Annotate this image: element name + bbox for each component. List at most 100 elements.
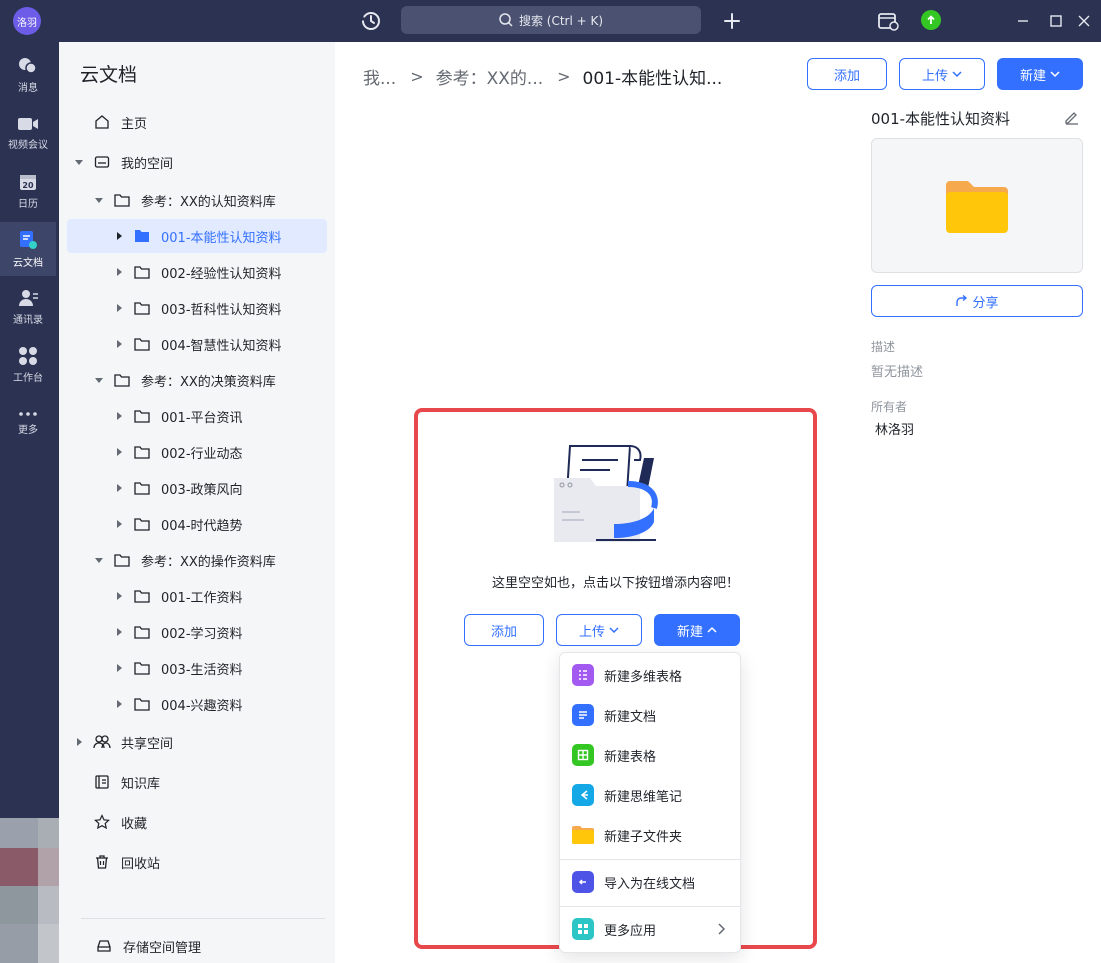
search-input[interactable]: 搜索 (Ctrl + K) [401, 6, 701, 34]
sidebar-item-favorites[interactable]: 收藏 [67, 805, 327, 839]
calendar-icon: 20 [20, 175, 36, 190]
folder-icon [113, 371, 131, 389]
rail-item-calendar[interactable]: 20 日历 [0, 164, 56, 218]
folder-icon [113, 551, 131, 569]
folder-icon [133, 695, 151, 713]
folder-icon [946, 180, 1008, 233]
caret-right-icon [113, 338, 125, 350]
empty-add-button[interactable]: 添加 [464, 614, 544, 646]
sidebar-item-philosophy-cognition[interactable]: 003-哲科性认知资料 [67, 291, 327, 325]
sidebar-item-operation-library[interactable]: 参考：XX的操作资料库 [67, 543, 327, 577]
more-icon [19, 412, 37, 416]
caret-right-icon [113, 626, 125, 638]
folder-icon [133, 299, 151, 317]
close-icon[interactable] [1072, 9, 1096, 33]
new-dropdown-menu: 新建多维表格 新建文档 新建表格 新建思维笔记 新建子文件夹 导入为在线文档 更… [559, 652, 741, 953]
sidebar-item-trash[interactable]: 回收站 [67, 845, 327, 879]
sidebar-item-hobby-materials[interactable]: 004-兴趣资料 [67, 687, 327, 721]
sidebar-item-study-materials[interactable]: 002-学习资料 [67, 615, 327, 649]
apps-grid-icon [572, 918, 594, 940]
owner-label: 所有者 [871, 400, 908, 414]
breadcrumb-item[interactable]: 参考：XX的... [436, 64, 544, 89]
caret-right-icon [113, 302, 125, 314]
empty-upload-button[interactable]: 上传 [556, 614, 642, 646]
caret-right-icon [113, 662, 125, 674]
menu-divider [560, 906, 740, 907]
sidebar-item-work-materials[interactable]: 001-工作资料 [67, 579, 327, 613]
sidebar-item-cognition-library[interactable]: 参考：XX的认知资料库 [67, 183, 327, 217]
video-icon [18, 118, 38, 130]
share-button[interactable]: 分享 [871, 285, 1083, 317]
rail-item-video[interactable]: 视频会议 [0, 106, 56, 160]
sidebar-item-experience-cognition[interactable]: 002-经验性认知资料 [67, 255, 327, 289]
share-icon [956, 294, 968, 306]
sidebar-item-home[interactable]: 主页 [67, 105, 327, 139]
folder-icon [113, 191, 131, 209]
folder-filled-icon [133, 227, 151, 245]
folder-icon [133, 407, 151, 425]
menu-item-new-subfolder[interactable]: 新建子文件夹 [560, 815, 740, 855]
upload-status-icon[interactable] [921, 10, 941, 30]
folder-icon [133, 587, 151, 605]
upload-button[interactable]: 上传 [899, 58, 985, 90]
sidebar-item-shared-space[interactable]: 共享空间 [67, 725, 327, 759]
folder-thumbnail [871, 138, 1083, 273]
menu-item-new-sheet[interactable]: 新建表格 [560, 735, 740, 775]
sidebar-item-life-materials[interactable]: 003-生活资料 [67, 651, 327, 685]
people-icon [93, 733, 111, 751]
menu-item-more-apps[interactable]: 更多应用 [560, 909, 740, 949]
maximize-icon[interactable] [1044, 9, 1068, 33]
menu-item-new-base[interactable]: 新建多维表格 [560, 655, 740, 695]
rail-item-cloud-docs[interactable]: 云文档 [0, 222, 56, 276]
drive-icon [93, 153, 111, 171]
empty-illustration [554, 445, 658, 542]
caret-right-icon [113, 482, 125, 494]
edit-icon[interactable] [1063, 108, 1081, 126]
sidebar-item-policy-direction[interactable]: 003-政策风向 [67, 471, 327, 505]
folder-icon [133, 335, 151, 353]
main-content: 我... > 参考：XX的... > 001-本能性认知... 添加 上传 新建… [335, 42, 1101, 963]
menu-item-new-mindnote[interactable]: 新建思维笔记 [560, 775, 740, 815]
menu-item-import-online-doc[interactable]: 导入为在线文档 [560, 862, 740, 902]
breadcrumb-current: 001-本能性认知... [582, 68, 723, 89]
folder-icon [133, 659, 151, 677]
folder-icon [133, 443, 151, 461]
avatar[interactable]: 洛羽 [13, 7, 41, 35]
rail-item-workbench[interactable]: 工作台 [0, 338, 56, 392]
sidebar-item-instinct-cognition[interactable]: 001-本能性认知资料 [67, 219, 327, 253]
sidebar-item-platform-news[interactable]: 001-平台资讯 [67, 399, 327, 433]
sidebar-item-decision-library[interactable]: 参考：XX的决策资料库 [67, 363, 327, 397]
sidebar-item-industry-trends[interactable]: 002-行业动态 [67, 435, 327, 469]
storage-management[interactable]: 存储空间管理 [67, 929, 327, 963]
sidebar-item-my-space[interactable]: 我的空间 [67, 145, 327, 179]
chevron-up-icon [707, 626, 717, 633]
add-button[interactable]: 添加 [807, 58, 887, 90]
rail-item-more[interactable]: 更多 [0, 396, 56, 450]
folder-icon [133, 479, 151, 497]
breadcrumb-item[interactable]: 我... [363, 64, 396, 89]
chevron-right-icon: > [410, 66, 424, 86]
breadcrumb: 我... > 参考：XX的... > 001-本能性认知... [363, 62, 722, 90]
new-button[interactable]: 新建 [997, 58, 1083, 90]
caret-down-icon [93, 194, 105, 206]
sidebar-item-knowledge-base[interactable]: 知识库 [67, 765, 327, 799]
sidebar-item-era-trends[interactable]: 004-时代趋势 [67, 507, 327, 541]
sidebar-divider [81, 918, 325, 919]
minimize-icon[interactable] [1011, 9, 1035, 33]
empty-new-button[interactable]: 新建 [654, 614, 740, 646]
caret-right-icon [113, 230, 125, 242]
chat-icon [19, 58, 37, 74]
knowledge-base-icon [93, 773, 111, 791]
calendar-bell-icon[interactable] [876, 9, 900, 33]
sheet-icon [572, 744, 594, 766]
menu-item-new-doc[interactable]: 新建文档 [560, 695, 740, 735]
sidebar-item-wisdom-cognition[interactable]: 004-智慧性认知资料 [67, 327, 327, 361]
plus-icon[interactable] [720, 9, 744, 33]
rail-item-contacts[interactable]: 通讯录 [0, 280, 56, 334]
rail-item-messages[interactable]: 消息 [0, 48, 56, 102]
svg-text:20: 20 [22, 181, 34, 190]
history-icon[interactable] [359, 9, 383, 33]
folder-icon [133, 515, 151, 533]
empty-state-panel: 这里空空如也，点击以下按钮增添内容吧！ 添加 上传 新建 新建多维表格 新建文档 [414, 408, 817, 953]
folder-icon [572, 824, 594, 846]
